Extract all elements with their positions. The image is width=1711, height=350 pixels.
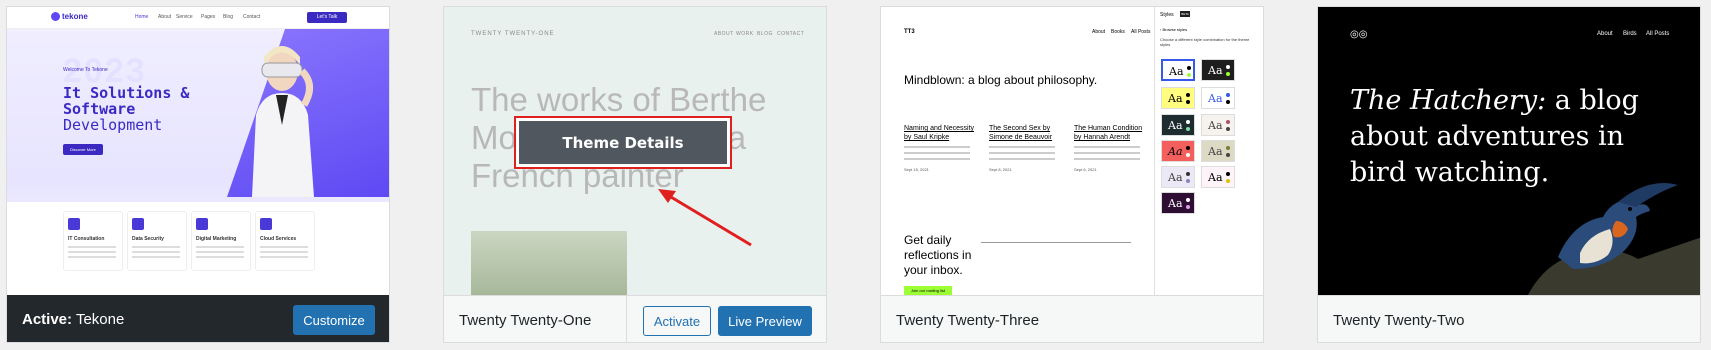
vr-woman-image bbox=[252, 46, 314, 197]
theme-actions-bar: Twenty Twenty-Three bbox=[881, 295, 1263, 342]
style-swatch: Aa bbox=[1161, 166, 1195, 188]
activate-button[interactable]: Activate bbox=[643, 306, 711, 336]
live-preview-button[interactable]: Live Preview bbox=[718, 306, 812, 336]
style-swatch: Aa bbox=[1201, 59, 1235, 81]
panel-back: ‹ Browse styles bbox=[1160, 27, 1188, 32]
theme-name: Twenty Twenty-Two bbox=[1333, 311, 1465, 329]
service-icon bbox=[68, 218, 80, 230]
theme-actions-bar: Twenty Twenty-One Activate Live Preview bbox=[444, 295, 826, 342]
preview-nav-item: Home bbox=[135, 14, 149, 20]
styles-panel: Styles BETA ‹ Browse styles Choose a dif… bbox=[1154, 7, 1263, 295]
service-card: Digital Marketing bbox=[191, 211, 251, 271]
preview-nav-item: Books bbox=[1111, 29, 1125, 35]
style-swatch: Aa bbox=[1201, 87, 1235, 109]
preview-join-button: Join our mailing list bbox=[904, 286, 952, 295]
preview-site-title: TT3 bbox=[904, 29, 915, 35]
style-swatch: Aa bbox=[1161, 59, 1195, 81]
preview-newsletter: Get daily reflections in your inbox. bbox=[904, 233, 972, 277]
preview-post: The Human Condition by Hannah Arendt Sep… bbox=[1074, 125, 1143, 172]
service-card: IT Consultation bbox=[63, 211, 123, 271]
preview-post: The Second Sex by Simone de Beauvoir Sep… bbox=[989, 124, 1061, 172]
theme-details-button[interactable]: Theme Details bbox=[519, 121, 727, 164]
preview-painting-image bbox=[471, 231, 627, 295]
preview-nav-item: Contact bbox=[243, 14, 261, 20]
divider bbox=[626, 296, 627, 342]
preview-nav-item: CONTACT bbox=[777, 31, 805, 37]
theme-screenshot-twentytwentythree[interactable]: TT3 About Books All Posts Mindblown: a b… bbox=[881, 7, 1263, 295]
panel-title: Styles bbox=[1160, 12, 1174, 18]
preview-nav-item: BLOG bbox=[757, 31, 773, 37]
style-swatch: Aa bbox=[1161, 140, 1195, 162]
theme-screenshot-twentytwentytwo[interactable]: ◎◎ About Birds All Posts The Hatchery: a… bbox=[1318, 7, 1700, 295]
panel-description: Choose a different style combination for… bbox=[1160, 37, 1250, 47]
preview-nav-item: About bbox=[158, 14, 172, 20]
theme-screenshot-tekone[interactable]: tekone Home About Service Pages Blog Con… bbox=[7, 7, 389, 295]
preview-headline: Mindblown: a blog about philosophy. bbox=[904, 73, 1098, 87]
preview-post: Naming and Necessity by Saul Kripke Sept… bbox=[904, 125, 975, 172]
theme-details-overlay[interactable]: Theme Details bbox=[514, 116, 732, 169]
preview-nav-item: Pages bbox=[201, 14, 216, 20]
style-swatch: Aa bbox=[1201, 114, 1235, 136]
service-icon bbox=[132, 218, 144, 230]
theme-name: Twenty Twenty-One bbox=[459, 311, 592, 329]
preview-nav-item: Blog bbox=[223, 14, 234, 20]
customize-button[interactable]: Customize bbox=[293, 305, 375, 335]
preview-welcome: Welcome To Tekone bbox=[63, 67, 108, 73]
theme-actions-bar: Active: Tekone Customize bbox=[7, 295, 389, 342]
logo-icon bbox=[51, 12, 60, 21]
style-swatch: Aa bbox=[1161, 114, 1195, 136]
theme-actions-bar: Twenty Twenty-Two bbox=[1318, 295, 1700, 342]
service-icon bbox=[260, 218, 272, 230]
preview-nav-item: All Posts bbox=[1131, 29, 1151, 35]
style-swatch: Aa bbox=[1161, 87, 1195, 109]
service-card: Data Security bbox=[127, 211, 187, 271]
theme-card-twentytwentytwo[interactable]: ◎◎ About Birds All Posts The Hatchery: a… bbox=[1317, 6, 1701, 343]
style-swatch: Aa bbox=[1201, 166, 1235, 188]
preview-site-title: TWENTY TWENTY-ONE bbox=[471, 31, 555, 37]
theme-card-twentytwentythree[interactable]: TT3 About Books All Posts Mindblown: a b… bbox=[880, 6, 1264, 343]
style-swatch: Aa bbox=[1201, 140, 1235, 162]
divider bbox=[981, 242, 1131, 243]
preview-nav: tekone Home About Service Pages Blog Con… bbox=[7, 7, 389, 29]
theme-name: Active: Tekone bbox=[22, 311, 125, 328]
theme-card-tekone[interactable]: tekone Home About Service Pages Blog Con… bbox=[6, 6, 390, 343]
preview-headline: It Solutions & Software Development bbox=[63, 84, 190, 134]
preview-logo: tekone bbox=[62, 12, 88, 21]
service-icon bbox=[196, 218, 208, 230]
preview-nav-item: About bbox=[1092, 29, 1106, 35]
theme-name: Twenty Twenty-Three bbox=[896, 311, 1040, 329]
bird-illustration-icon bbox=[1528, 183, 1700, 295]
preview-nav-item: ABOUT bbox=[714, 31, 734, 37]
beta-badge: BETA bbox=[1180, 11, 1190, 17]
preview-nav-item: Service bbox=[176, 14, 193, 20]
preview-nav-item: WORK bbox=[736, 31, 754, 37]
style-swatch: Aa bbox=[1161, 192, 1195, 214]
theme-screenshot-twentytwentyone[interactable]: TWENTY TWENTY-ONE ABOUT WORK BLOG CONTAC… bbox=[444, 7, 826, 295]
service-card: Cloud Services bbox=[255, 211, 315, 271]
preview-cta: Discover More bbox=[63, 144, 103, 155]
theme-card-twentytwentyone[interactable]: TWENTY TWENTY-ONE ABOUT WORK BLOG CONTAC… bbox=[443, 6, 827, 343]
themes-grid: tekone Home About Service Pages Blog Con… bbox=[0, 0, 1711, 350]
preview-nav-cta: Let's Talk bbox=[307, 12, 347, 23]
